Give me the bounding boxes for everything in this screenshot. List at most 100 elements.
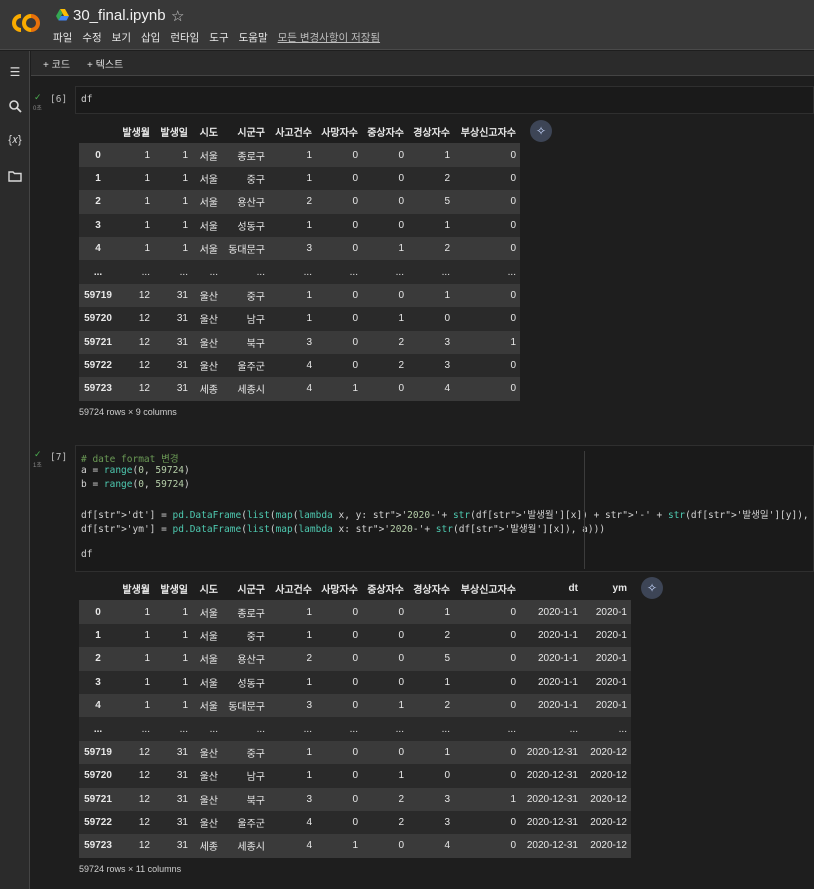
table-cell: 0	[352, 313, 358, 325]
menu-file[interactable]: 파일	[53, 30, 72, 45]
table-cell: 4	[306, 360, 312, 372]
magic-wand-icon[interactable]: ✧	[641, 577, 663, 599]
table-cell: 0	[352, 746, 358, 758]
column-header: 경상자수	[413, 128, 450, 140]
table-cell: 1	[306, 606, 312, 618]
table-row: 59721 12 31 울산 북구 3 0 2 3 1	[79, 330, 520, 354]
table-cell: 1	[306, 676, 312, 688]
table-cell: 1	[398, 770, 404, 782]
run-success-icon[interactable]: ✓	[34, 449, 42, 460]
column-header: 사망자수	[321, 585, 358, 597]
table-cell: 12	[138, 793, 150, 805]
dataframe-output: 발생월 발생일 시도 시군구 사고건수 사망자수 중상자수 경상자수 부상신고자수 0 1 1 서울 종로…	[79, 120, 520, 401]
folder-icon[interactable]	[8, 169, 22, 183]
table-cell: 0	[510, 289, 516, 301]
table-cell: 3	[306, 793, 312, 805]
notebook-title[interactable]: 30_final.ipynb	[73, 7, 166, 24]
table-cell: 1	[182, 149, 188, 161]
table-row: 59719 12 31 울산 중구 1 0 0 1 0	[79, 283, 520, 308]
column-header: ym	[612, 583, 627, 595]
code-ruler	[584, 451, 585, 569]
table-cell: 0	[510, 149, 516, 161]
table-cell: 2020-1	[595, 629, 627, 641]
table-cell: 남구	[246, 315, 265, 327]
table-cell: 0	[398, 840, 404, 852]
menu-runtime[interactable]: 런타임	[170, 30, 199, 45]
add-text-button[interactable]: + 텍스트	[87, 56, 123, 71]
table-cell: 0	[398, 746, 404, 758]
table-cell: ...	[141, 723, 150, 735]
table-row: 0 1 1 서울 종로구 1 0 0 1 0	[79, 143, 520, 167]
code-line: df[str">'ym'] = pd.DataFrame(list(map(la…	[81, 524, 606, 535]
table-cell: 서울	[199, 702, 218, 714]
table-cell: 2020-1	[595, 653, 627, 665]
table-cell: 31	[176, 770, 188, 782]
table-cell: ...	[303, 723, 312, 735]
search-icon[interactable]	[8, 99, 22, 113]
code-editor[interactable]: # date format 변경 a = range(0, 59724) b =…	[75, 445, 814, 572]
table-cell: 2020-12-31	[526, 817, 578, 829]
run-success-icon[interactable]: ✓	[34, 92, 42, 103]
menu-edit[interactable]: 수정	[82, 30, 101, 45]
colab-logo-icon[interactable]	[10, 12, 42, 34]
table-cell: 울주군	[237, 362, 265, 374]
table-cell: 1	[306, 289, 312, 301]
row-index: 59722	[84, 817, 112, 829]
table-cell: 2020-1	[595, 676, 627, 688]
column-header: 부상신고자수	[460, 128, 516, 140]
menu-help[interactable]: 도움말	[239, 30, 268, 45]
table-cell: 0	[510, 817, 516, 829]
table-cell: 0	[398, 149, 404, 161]
left-sidebar: ☰ {𝑥}	[0, 51, 30, 889]
table-row: 3 1 1 서울 성동구 1 0 0 1 0	[79, 213, 520, 237]
table-cell: 성동구	[237, 678, 265, 690]
menu-insert[interactable]: 삽입	[141, 30, 160, 45]
table-cell: 울산	[199, 819, 218, 831]
saved-status[interactable]: 모든 변경사항이 저장됨	[278, 30, 380, 45]
magic-wand-icon[interactable]: ✧	[530, 120, 552, 142]
table-cell: 31	[176, 746, 188, 758]
star-icon[interactable]: ☆	[171, 7, 184, 25]
cell-exec-time: 1초	[33, 463, 42, 469]
column-header: 중상자수	[367, 585, 404, 597]
code-line: a = range(0, 59724)	[81, 465, 190, 476]
table-cell: 1	[144, 243, 150, 255]
column-header: 발생월	[122, 128, 150, 140]
table-cell: 0	[510, 243, 516, 255]
table-cell: 1	[182, 653, 188, 665]
table-row: 1 1 1 서울 중구 1 0 0 2 0	[79, 166, 520, 191]
table-cell: 서울	[199, 245, 218, 257]
table-cell: 12	[138, 770, 150, 782]
row-index: 3	[95, 676, 101, 688]
variables-icon[interactable]: {𝑥}	[6, 133, 24, 147]
table-cell: 2	[444, 172, 450, 184]
table-row: 59721 12 31 울산 북구 3 0 2 3 1 2020-12-31 2020-12	[79, 787, 631, 811]
table-cell: 2020-1-1	[537, 653, 578, 665]
table-cell: 1	[398, 313, 404, 325]
cell-exec-time: 0초	[33, 106, 42, 112]
table-cell: 울산	[199, 795, 218, 807]
code-editor[interactable]: df	[75, 86, 814, 114]
table-cell: 0	[352, 336, 358, 348]
menu-view[interactable]: 보기	[112, 30, 131, 45]
table-cell: 1	[510, 336, 516, 348]
table-cell: 31	[176, 313, 188, 325]
table-cell: 1	[144, 172, 150, 184]
table-cell: 중구	[246, 748, 265, 760]
table-cell: 2020-1-1	[537, 606, 578, 618]
column-header: 사고건수	[275, 585, 312, 597]
menu-tools[interactable]: 도구	[209, 30, 228, 45]
table-cell: 2	[398, 793, 404, 805]
table-cell: 0	[510, 219, 516, 231]
menu-icon[interactable]: ☰	[8, 65, 22, 79]
row-index: 59721	[84, 336, 112, 348]
table-cell: 31	[176, 336, 188, 348]
table-cell: 남구	[246, 772, 265, 784]
table-row: 0 1 1 서울 종로구 1 0 0 1 0 2020-1-1 2020-1	[79, 600, 631, 624]
code-line: df	[81, 549, 93, 560]
add-code-button[interactable]: + 코드	[43, 56, 70, 71]
table-cell: 북구	[246, 338, 265, 350]
table-row: ..............................	[79, 260, 520, 284]
table-cell: 동대문구	[228, 245, 265, 257]
table-row: 2 1 1 서울 용산구 2 0 0 5 0	[79, 190, 520, 214]
